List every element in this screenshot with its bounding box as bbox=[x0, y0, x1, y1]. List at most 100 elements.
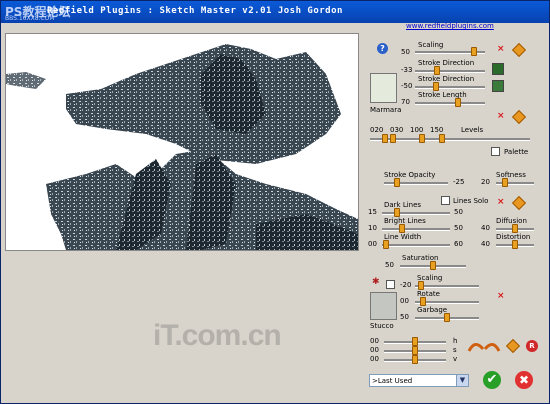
line-width-slider[interactable] bbox=[382, 240, 450, 249]
reset-levels-icon[interactable]: × bbox=[497, 112, 505, 121]
randomize-levels-icon[interactable] bbox=[511, 109, 527, 125]
help-icon[interactable]: ? bbox=[377, 43, 388, 54]
diffusion-slider[interactable] bbox=[496, 224, 534, 233]
hue-value: 00 bbox=[370, 337, 379, 345]
saturation-hsv-thumb[interactable] bbox=[412, 346, 418, 355]
dark-lines-slider[interactable] bbox=[382, 208, 450, 217]
levels-value-3: 100 bbox=[410, 126, 424, 134]
diffusion-thumb[interactable] bbox=[512, 224, 518, 233]
rotate-slider[interactable] bbox=[415, 297, 479, 306]
stroke-direction-2-slider[interactable] bbox=[415, 82, 485, 91]
dark-lines-min: 15 bbox=[368, 208, 377, 216]
palette-checkbox[interactable] bbox=[491, 147, 500, 156]
preset-selected-value: >Last Used bbox=[372, 377, 413, 385]
saturation-hsv-value: 00 bbox=[370, 346, 379, 354]
bug-icon[interactable]: ✱ bbox=[372, 278, 380, 287]
rotate-thumb[interactable] bbox=[420, 297, 426, 306]
stroke-direction-2-thumb[interactable] bbox=[433, 82, 439, 91]
site-watermark-logo: iT.com.cn bbox=[153, 319, 282, 352]
levels-thumb-3[interactable] bbox=[419, 134, 425, 143]
plugin-window: PS教程论坛 BBS.16XX8.COM Redfield Plugins : … bbox=[0, 0, 550, 404]
garbage-thumb[interactable] bbox=[444, 313, 450, 322]
reset-brush2-icon[interactable]: × bbox=[497, 292, 505, 301]
watermark-sub: BBS.16XX8.COM bbox=[5, 15, 55, 22]
preset-dropdown[interactable]: >Last Used ▼ bbox=[369, 374, 469, 387]
lines-solo-checkbox[interactable] bbox=[441, 196, 450, 205]
dark-lines-thumb[interactable] bbox=[394, 208, 400, 217]
brush2-scaling-thumb[interactable] bbox=[418, 281, 424, 290]
window-title: Redfield Plugins : Sketch Master v2.01 J… bbox=[47, 6, 343, 16]
distortion-slider[interactable] bbox=[496, 240, 534, 249]
preview-canvas[interactable] bbox=[5, 33, 359, 251]
direction-style-1-icon[interactable] bbox=[492, 63, 504, 75]
stroke-direction-1-thumb[interactable] bbox=[434, 66, 440, 75]
brush2-checkbox[interactable] bbox=[386, 280, 395, 289]
stroke-opacity-label: Stroke Opacity bbox=[384, 171, 436, 179]
randomize-brush-icon[interactable] bbox=[511, 42, 527, 58]
stroke-opacity-slider[interactable] bbox=[384, 178, 448, 187]
rotate-value: 00 bbox=[400, 297, 409, 305]
bright-lines-thumb[interactable] bbox=[399, 224, 405, 233]
stroke-length-slider[interactable] bbox=[415, 98, 485, 107]
stroke-direction-1-slider[interactable] bbox=[415, 66, 485, 75]
chevron-down-icon[interactable]: ▼ bbox=[456, 375, 468, 386]
levels-thumb-2[interactable] bbox=[390, 134, 396, 143]
bright-lines-max: 50 bbox=[454, 224, 463, 232]
randomize-lines-icon[interactable] bbox=[511, 195, 527, 211]
saturation-value: 50 bbox=[385, 261, 394, 269]
brush2-scaling-slider[interactable] bbox=[415, 281, 479, 290]
reset-brush-icon[interactable]: × bbox=[497, 45, 505, 54]
bright-lines-slider[interactable] bbox=[382, 224, 450, 233]
value-hsv-thumb[interactable] bbox=[412, 355, 418, 364]
bright-lines-min: 10 bbox=[368, 224, 377, 232]
saturation-hsv-slider[interactable] bbox=[384, 346, 446, 355]
saturation-slider[interactable] bbox=[400, 261, 466, 270]
direction-style-2-icon[interactable] bbox=[492, 80, 504, 92]
stroke-length-thumb[interactable] bbox=[455, 98, 461, 107]
saturation-thumb[interactable] bbox=[430, 261, 436, 270]
brush-texture-name: Marmara bbox=[370, 106, 402, 114]
title-bar: PS教程论坛 BBS.16XX8.COM Redfield Plugins : … bbox=[1, 1, 549, 23]
levels-thumb-4[interactable] bbox=[439, 134, 445, 143]
line-width-thumb[interactable] bbox=[383, 240, 389, 249]
distortion-thumb[interactable] bbox=[512, 240, 518, 249]
levels-label: Levels bbox=[461, 126, 484, 134]
softness-value: 20 bbox=[481, 178, 490, 186]
stroke-direction-2-label: Stroke Direction bbox=[418, 75, 475, 83]
hue-label: h bbox=[453, 337, 458, 345]
scaling-slider[interactable] bbox=[415, 47, 485, 56]
ok-button[interactable]: ✔ bbox=[483, 371, 501, 389]
scaling-value: 50 bbox=[401, 48, 410, 56]
stroke-length-value: 70 bbox=[401, 98, 410, 106]
brush-texture-swatch[interactable] bbox=[370, 73, 397, 103]
checkmark-icon: ✔ bbox=[486, 372, 498, 387]
lines-solo-label: Lines Solo bbox=[453, 197, 489, 205]
brush2-scaling-value: -20 bbox=[400, 281, 412, 289]
garbage-slider[interactable] bbox=[415, 313, 479, 322]
softness-label: Softness bbox=[496, 171, 526, 179]
website-link[interactable]: www.redfieldplugins.com bbox=[406, 22, 494, 30]
levels-slider[interactable] bbox=[370, 134, 530, 143]
randomize-all-icon[interactable] bbox=[505, 338, 521, 354]
stucco-texture-swatch[interactable] bbox=[370, 292, 397, 320]
hue-slider[interactable] bbox=[384, 337, 446, 346]
stroke-direction-2-value: -50 bbox=[401, 82, 413, 90]
levels-thumb-1[interactable] bbox=[382, 134, 388, 143]
saturation-hsv-label: s bbox=[453, 346, 457, 354]
reset-all-icon[interactable]: R bbox=[526, 340, 538, 352]
cancel-button[interactable]: ✖ bbox=[515, 371, 533, 389]
reset-lines-icon[interactable]: × bbox=[497, 198, 505, 207]
levels-value-4: 150 bbox=[430, 126, 444, 134]
value-hsv-slider[interactable] bbox=[384, 355, 446, 364]
hue-thumb[interactable] bbox=[412, 337, 418, 346]
softness-slider[interactable] bbox=[496, 178, 534, 187]
palette-label: Palette bbox=[504, 148, 529, 156]
garbage-label: Garbage bbox=[417, 306, 448, 314]
scaling-slider-thumb[interactable] bbox=[471, 47, 477, 56]
undo-redo-icon[interactable] bbox=[467, 339, 501, 353]
softness-thumb[interactable] bbox=[502, 178, 508, 187]
garbage-value: 50 bbox=[400, 313, 409, 321]
stroke-direction-1-value: -33 bbox=[401, 66, 413, 74]
line-width-max: 60 bbox=[454, 240, 463, 248]
stroke-opacity-thumb[interactable] bbox=[394, 178, 400, 187]
